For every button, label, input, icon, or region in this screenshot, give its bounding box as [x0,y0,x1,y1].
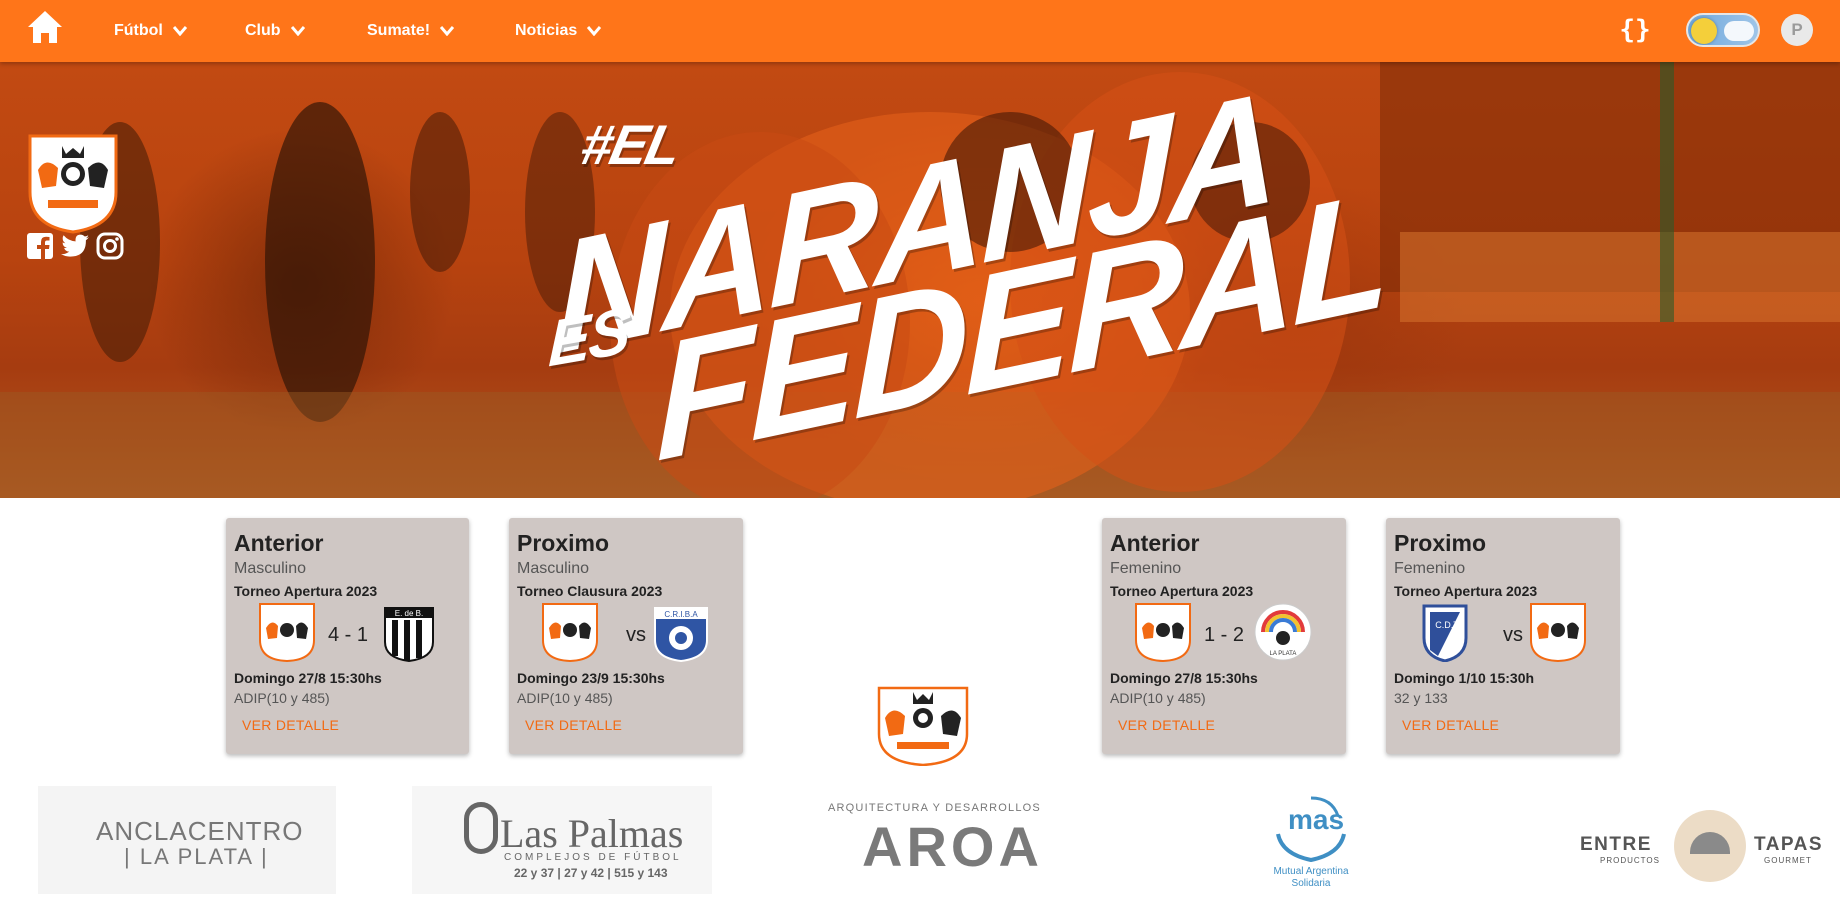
away-crest-text: LA PLATA [1270,651,1297,657]
chevron-down-icon [290,26,305,36]
away-crest-text: C.R.I.B.A [664,610,698,619]
twitter-icon[interactable] [60,232,90,260]
chevron-down-icon [440,26,455,36]
club-crest-logo[interactable] [26,130,120,234]
hero-banner: #EL NARANJA ES FEDERAL [0,62,1840,498]
sponsor-tapas-word: TAPAS [1754,834,1824,855]
card-title: Proximo [517,530,610,556]
theme-toggle[interactable] [1686,13,1760,47]
nav-sumate[interactable]: Sumate! [367,0,455,62]
nav-noticias[interactable]: Noticias [515,0,602,62]
home-team-crest [259,603,315,662]
user-avatar[interactable]: P [1781,14,1813,46]
sponsor-aroa-name: AROA [862,815,1043,878]
card-date: Domingo 27/8 15:30hs [234,670,382,686]
ver-detalle-button[interactable]: VER DETALLE [525,717,622,733]
nav-futbol-label: Fútbol [114,22,163,39]
card-tournament: Torneo Apertura 2023 [1110,583,1254,599]
match-card-next-men: Proximo Masculino Torneo Clausura 2023 v… [509,518,743,754]
sponsor-mas-name: mas [1288,804,1345,835]
card-venue: ADIP(10 y 485) [234,690,330,706]
sponsor-tapas-sub: GOURMET [1764,856,1812,865]
card-title: Anterior [234,530,324,556]
home-team-crest [542,603,598,662]
sponsor-las-palmas-sub: COMPLEJOS DE FÚTBOL [504,852,682,863]
sponsor-aroa[interactable]: ARQUITECTURA Y DESARROLLOS AROA [826,786,1076,894]
card-category: Masculino [234,560,307,577]
sponsor-anclacentro-line1: ANCLACENTRO [96,816,304,846]
card-date: Domingo 27/8 15:30hs [1110,670,1258,686]
instagram-icon[interactable] [96,232,124,260]
match-card-prev-men: Anterior Masculino Torneo Apertura 2023 … [226,518,469,754]
nav-club-label: Club [245,22,281,39]
code-braces-icon[interactable]: {} [1615,12,1655,48]
match-card-prev-women: Anterior Femenino Torneo Apertura 2023 1… [1102,518,1346,754]
sponsor-las-palmas-name: Las Palmas [500,811,684,856]
home-crest-text: C.D.T [1435,620,1459,630]
card-tournament: Torneo Apertura 2023 [234,583,378,599]
card-venue: ADIP(10 y 485) [1110,690,1206,706]
ver-detalle-button[interactable]: VER DETALLE [1402,717,1499,733]
away-team-crest: C.R.I.B.A [654,607,708,662]
nav-sumate-label: Sumate! [367,22,431,39]
las-palmas-logo-icon [464,802,498,854]
match-result: 1 - 2 [1203,624,1245,646]
sponsor-entre-word: ENTRE [1580,834,1652,855]
card-venue: ADIP(10 y 485) [517,690,613,706]
card-title: Proximo [1394,530,1487,556]
nav-club[interactable]: Club [245,0,305,62]
sponsor-aroa-tagline: ARQUITECTURA Y DESARROLLOS [828,802,1041,814]
top-navbar: Fútbol Club Sumate! Noticias {} P [0,0,1840,62]
card-category: Femenino [1394,560,1466,577]
nav-noticias-label: Noticias [515,22,578,39]
away-team-crest: E. de B. [384,607,434,662]
facebook-icon[interactable] [26,232,54,260]
sponsor-mas-sub2: Solidaria [1291,878,1331,889]
hero-background-photo [0,62,1840,498]
sun-icon [1691,18,1717,44]
home-team-crest: C.D.T [1422,604,1468,662]
ver-detalle-button[interactable]: VER DETALLE [1118,717,1215,733]
sponsor-las-palmas-addr: 22 y 37 | 27 y 42 | 515 y 143 [514,866,668,880]
match-card-next-women: Proximo Femenino Torneo Apertura 2023 C.… [1386,518,1620,754]
nav-futbol[interactable]: Fútbol [114,0,187,62]
home-team-crest [1135,603,1191,662]
ver-detalle-button[interactable]: VER DETALLE [242,717,339,733]
cloud-icon [1724,21,1754,41]
club-crest-center [877,686,969,766]
card-date: Domingo 1/10 15:30h [1394,670,1535,686]
sponsor-entre-sub: PRODUCTOS [1600,856,1660,865]
sponsor-anclacentro-line2: | LA PLATA | [124,844,269,869]
sponsor-anclacentro[interactable]: ANCLACENTRO | LA PLATA | [38,786,336,894]
card-title: Anterior [1110,530,1200,556]
sponsor-mas[interactable]: mas Mutual Argentina Solidaria [1266,786,1356,894]
card-category: Masculino [517,560,590,577]
away-team-crest: LA PLATA [1254,603,1312,661]
sponsor-mas-sub1: Mutual Argentina [1273,866,1349,877]
card-tournament: Torneo Apertura 2023 [1394,583,1538,599]
sponsor-entre-tapas[interactable]: ENTRE PRODUCTOS TAPAS GOURMET [1578,786,1822,894]
sponsor-las-palmas[interactable]: Las Palmas COMPLEJOS DE FÚTBOL 22 y 37 |… [412,786,712,894]
card-date: Domingo 23/9 15:30hs [517,670,665,686]
card-category: Femenino [1110,560,1182,577]
away-crest-text: E. de B. [395,609,423,618]
away-team-crest [1530,603,1586,662]
chevron-down-icon [172,26,187,36]
card-venue: 32 y 133 [1394,690,1448,706]
chevron-down-icon [587,26,602,36]
match-result: 4 - 1 [327,624,369,646]
card-tournament: Torneo Clausura 2023 [517,583,663,599]
home-icon[interactable] [26,9,64,45]
